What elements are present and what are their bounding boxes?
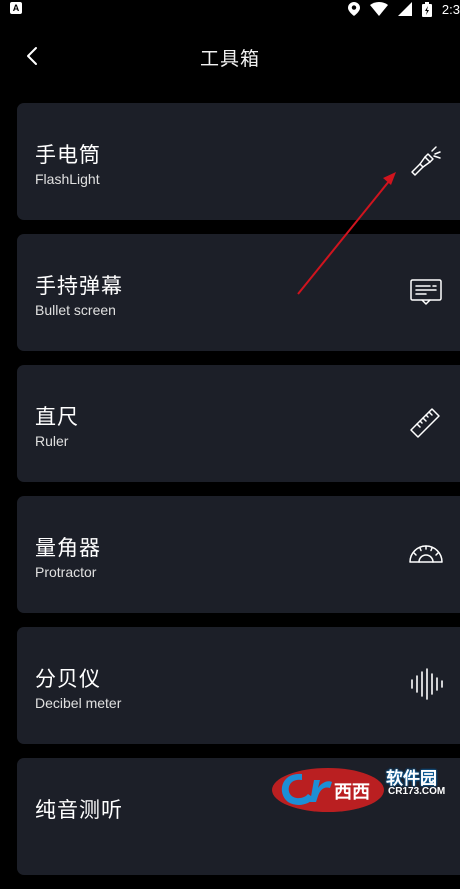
signal-icon: [397, 2, 412, 16]
notification-badge: A: [10, 2, 22, 14]
status-icons: 2:3: [347, 0, 460, 18]
watermark-logo: 西西: [272, 768, 384, 812]
protractor-icon: [409, 545, 443, 563]
tool-card-decibel-meter[interactable]: 分贝仪 Decibel meter: [17, 627, 460, 744]
watermark: 西西 软件园 CR173.COM: [268, 762, 448, 816]
bullet-screen-icon: [410, 279, 442, 305]
tool-subtitle: FlashLight: [35, 171, 100, 187]
location-icon: [347, 2, 360, 16]
status-time: 2:3: [441, 1, 460, 17]
tool-card-flashlight[interactable]: 手电筒 FlashLight: [17, 103, 460, 220]
tool-card-bullet-screen[interactable]: 手持弹幕 Bullet screen: [17, 234, 460, 351]
tool-card-ruler[interactable]: 直尺 Ruler: [17, 365, 460, 482]
tool-subtitle: Bullet screen: [35, 302, 116, 318]
flashlight-icon: [411, 146, 441, 176]
watermark-url: CR173.COM: [388, 786, 446, 797]
status-bar: A 2:3: [0, 0, 460, 18]
tool-subtitle: Decibel meter: [35, 695, 122, 711]
tool-title: 直尺: [35, 405, 79, 429]
app-header: 工具箱: [0, 34, 460, 78]
tool-subtitle: Protractor: [35, 564, 97, 580]
tool-title: 手电筒: [35, 143, 101, 167]
decibel-icon: [411, 668, 443, 700]
svg-text:西西: 西西: [334, 782, 370, 803]
tool-title: 量角器: [35, 536, 101, 560]
wifi-icon: [369, 2, 388, 16]
ruler-icon: [410, 408, 440, 438]
page-title: 工具箱: [199, 48, 260, 70]
tool-card-protractor[interactable]: 量角器 Protractor: [17, 496, 460, 613]
tool-subtitle: Ruler: [35, 433, 69, 449]
tool-title: 分贝仪: [35, 667, 101, 691]
tool-title: 纯音测听: [35, 798, 123, 822]
tool-title: 手持弹幕: [35, 274, 123, 298]
battery-icon: [421, 1, 432, 17]
